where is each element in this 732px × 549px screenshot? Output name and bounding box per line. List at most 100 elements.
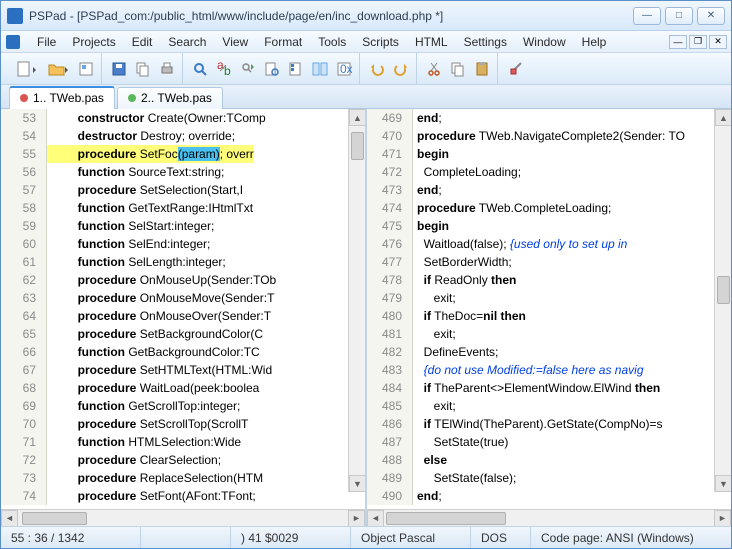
undo-button[interactable] (366, 58, 388, 80)
code-line[interactable]: 479 exit; (367, 289, 731, 307)
new-project-button[interactable] (75, 58, 97, 80)
code-line[interactable]: 490end; (367, 487, 731, 505)
code-line[interactable]: 485 exit; (367, 397, 731, 415)
code-line[interactable]: 487 SetState(true) (367, 433, 731, 451)
status-language: Object Pascal (351, 527, 471, 548)
settings-button[interactable] (504, 58, 526, 80)
print-button[interactable] (156, 58, 178, 80)
hex-view-button[interactable]: 0x (333, 58, 355, 80)
menu-file[interactable]: File (29, 33, 64, 51)
search-button[interactable] (189, 58, 211, 80)
menu-html[interactable]: HTML (407, 33, 456, 51)
line-number: 71 (1, 433, 47, 451)
right-vertical-scrollbar[interactable]: ▲▼ (714, 109, 731, 492)
line-number: 483 (367, 361, 413, 379)
left-vertical-scrollbar[interactable]: ▲▼ (348, 109, 365, 492)
close-button[interactable]: ✕ (697, 7, 725, 25)
code-line[interactable]: 482 DefineEvents; (367, 343, 731, 361)
code-line[interactable]: 72 procedure ClearSelection; (1, 451, 365, 469)
code-line[interactable]: 470procedure TWeb.NavigateComplete2(Send… (367, 127, 731, 145)
find-in-files-button[interactable] (261, 58, 283, 80)
menu-edit[interactable]: Edit (124, 33, 161, 51)
code-line[interactable]: 69 function GetScrollTop:integer; (1, 397, 365, 415)
line-text: SetState(false); (413, 469, 516, 487)
code-line[interactable]: 478 if ReadOnly then (367, 271, 731, 289)
mdi-minimize-button[interactable]: — (669, 35, 687, 49)
menu-search[interactable]: Search (160, 33, 214, 51)
code-line[interactable]: 477 SetBorderWidth; (367, 253, 731, 271)
code-line[interactable]: 53 constructor Create(Owner:TComp (1, 109, 365, 127)
code-line[interactable]: 63 procedure OnMouseMove(Sender:T (1, 289, 365, 307)
new-file-button[interactable] (11, 58, 41, 80)
code-line[interactable]: 71 function HTMLSelection:Wide (1, 433, 365, 451)
code-line[interactable]: 481 exit; (367, 325, 731, 343)
maximize-button[interactable]: □ (665, 7, 693, 25)
code-line[interactable]: 58 function GetTextRange:IHtmlTxt (1, 199, 365, 217)
code-line[interactable]: 483 {do not use Modified:=false here as … (367, 361, 731, 379)
code-line[interactable]: 473end; (367, 181, 731, 199)
code-line[interactable]: 62 procedure OnMouseUp(Sender:TOb (1, 271, 365, 289)
code-line[interactable]: 469end; (367, 109, 731, 127)
menu-settings[interactable]: Settings (456, 33, 515, 51)
code-line[interactable]: 61 function SelLength:integer; (1, 253, 365, 271)
left-horizontal-scrollbar[interactable]: ◄► (1, 509, 365, 526)
open-file-button[interactable] (43, 58, 73, 80)
right-code-viewport[interactable]: 469end;470procedure TWeb.NavigateComplet… (367, 109, 731, 509)
code-line[interactable]: 70 procedure SetScrollTop(ScrollT (1, 415, 365, 433)
menu-projects[interactable]: Projects (64, 33, 123, 51)
mdi-restore-button[interactable]: ❐ (689, 35, 707, 49)
code-line[interactable]: 73 procedure ReplaceSelection(HTM (1, 469, 365, 487)
line-number: 479 (367, 289, 413, 307)
cut-button[interactable] (423, 58, 445, 80)
code-line[interactable]: 66 function GetBackgroundColor:TC (1, 343, 365, 361)
code-line[interactable]: 54 destructor Destroy; override; (1, 127, 365, 145)
save-button[interactable] (108, 58, 130, 80)
line-number: 486 (367, 415, 413, 433)
code-line[interactable]: 489 SetState(false); (367, 469, 731, 487)
redo-button[interactable] (390, 58, 412, 80)
code-line[interactable]: 471begin (367, 145, 731, 163)
code-line[interactable]: 486 if TElWind(TheParent).GetState(CompN… (367, 415, 731, 433)
tab-2-tweb-pas[interactable]: 2.. TWeb.pas (117, 87, 223, 109)
find-next-button[interactable] (237, 58, 259, 80)
line-number: 60 (1, 235, 47, 253)
code-line[interactable]: 60 function SelEnd:integer; (1, 235, 365, 253)
code-line[interactable]: 56 function SourceText:string; (1, 163, 365, 181)
paste-button[interactable] (471, 58, 493, 80)
code-line[interactable]: 55 procedure SetFoc(param); overr (1, 145, 365, 163)
line-number: 482 (367, 343, 413, 361)
menu-format[interactable]: Format (256, 33, 310, 51)
mdi-close-button[interactable]: ✕ (709, 35, 727, 49)
bookmark-button[interactable] (285, 58, 307, 80)
titlebar[interactable]: PSPad - [PSPad_com:/public_html/www/incl… (1, 1, 731, 31)
code-line[interactable]: 472 CompleteLoading; (367, 163, 731, 181)
code-line[interactable]: 68 procedure WaitLoad(peek:boolea (1, 379, 365, 397)
replace-button[interactable]: ab (213, 58, 235, 80)
code-line[interactable]: 57 procedure SetSelection(Start,I (1, 181, 365, 199)
compare-button[interactable] (309, 58, 331, 80)
left-code-viewport[interactable]: 53 constructor Create(Owner:TComp54 dest… (1, 109, 365, 509)
code-line[interactable]: 59 function SelStart:integer; (1, 217, 365, 235)
menu-tools[interactable]: Tools (310, 33, 354, 51)
menu-view[interactable]: View (214, 33, 256, 51)
code-line[interactable]: 474procedure TWeb.CompleteLoading; (367, 199, 731, 217)
code-line[interactable]: 480 if TheDoc=nil then (367, 307, 731, 325)
code-line[interactable]: 475begin (367, 217, 731, 235)
code-line[interactable]: 65 procedure SetBackgroundColor(C (1, 325, 365, 343)
code-line[interactable]: 74 procedure SetFont(AFont:TFont; (1, 487, 365, 505)
app-menu-icon[interactable] (5, 34, 21, 50)
menu-scripts[interactable]: Scripts (354, 33, 407, 51)
code-line[interactable]: 67 procedure SetHTMLText(HTML:Wid (1, 361, 365, 379)
tab-1-tweb-pas[interactable]: 1.. TWeb.pas (9, 86, 115, 109)
minimize-button[interactable]: — (633, 7, 661, 25)
code-line[interactable]: 488 else (367, 451, 731, 469)
code-line[interactable]: 476 Waitload(false); {used only to set u… (367, 235, 731, 253)
copy-button[interactable] (132, 58, 154, 80)
code-line[interactable]: 64 procedure OnMouseOver(Sender:T (1, 307, 365, 325)
code-line[interactable]: 484 if TheParent<>ElementWindow.ElWind t… (367, 379, 731, 397)
right-horizontal-scrollbar[interactable]: ◄► (367, 509, 731, 526)
menu-window[interactable]: Window (515, 33, 574, 51)
line-number: 65 (1, 325, 47, 343)
copy-clipboard-button[interactable] (447, 58, 469, 80)
menu-help[interactable]: Help (574, 33, 615, 51)
